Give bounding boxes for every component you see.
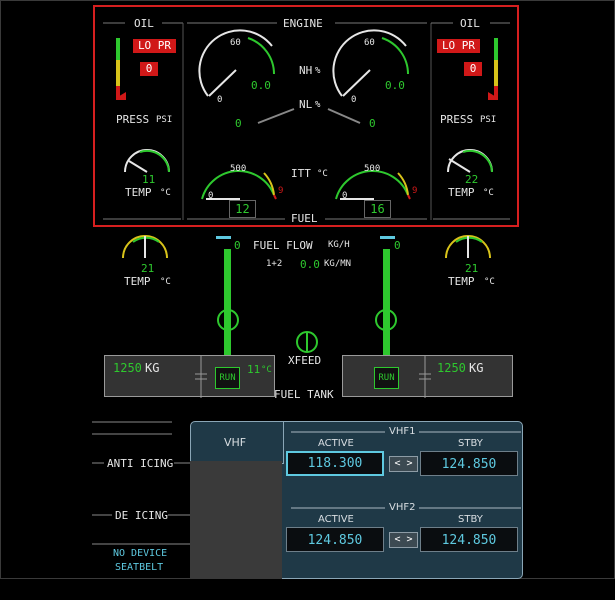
de-icing-alert: DE ICING xyxy=(115,509,168,522)
xfeed-label: XFEED xyxy=(288,354,322,367)
alert-separator-lines xyxy=(92,421,190,545)
vhf1-swap-button[interactable]: < > xyxy=(389,456,418,472)
fuel-tank-temp-value: 11 xyxy=(247,363,261,376)
vhf2-active-label: ACTIVE xyxy=(318,514,354,525)
vhf2-standby-frequency[interactable]: 124.850 xyxy=(420,527,518,552)
vhf1-active-label: ACTIVE xyxy=(318,438,354,449)
seatbelt-alert: SEATBELT xyxy=(115,562,164,573)
no-device-alert: NO DEVICE xyxy=(113,548,168,559)
vhf1-stby-label: STBY xyxy=(458,438,483,449)
fuel-pump-right-run: RUN xyxy=(374,367,399,389)
fuel-tank-label: FUEL TANK xyxy=(274,388,334,401)
vhf1-active-frequency[interactable]: 118.300 xyxy=(286,451,384,476)
fuel-pump-left-run: RUN xyxy=(215,367,240,389)
vhf2-title: VHF2 xyxy=(389,502,416,513)
radio-empty-area xyxy=(190,461,282,579)
vhf2-stby-label: STBY xyxy=(458,514,483,525)
fuel-tank-left: 1250 KG xyxy=(104,355,275,398)
fuel-tank-right-divider xyxy=(419,356,431,398)
fuel-tank-temp-unit: °C xyxy=(261,365,272,375)
vhf1-standby-frequency[interactable]: 124.850 xyxy=(420,451,518,476)
fuel-tank-right: 1250 KG xyxy=(342,355,513,398)
vhf2-swap-button[interactable]: < > xyxy=(389,532,418,548)
anti-icing-alert: ANTI ICING xyxy=(107,457,174,470)
vhf1-title: VHF1 xyxy=(389,426,416,437)
vhf2-active-frequency[interactable]: 124.850 xyxy=(286,527,384,552)
